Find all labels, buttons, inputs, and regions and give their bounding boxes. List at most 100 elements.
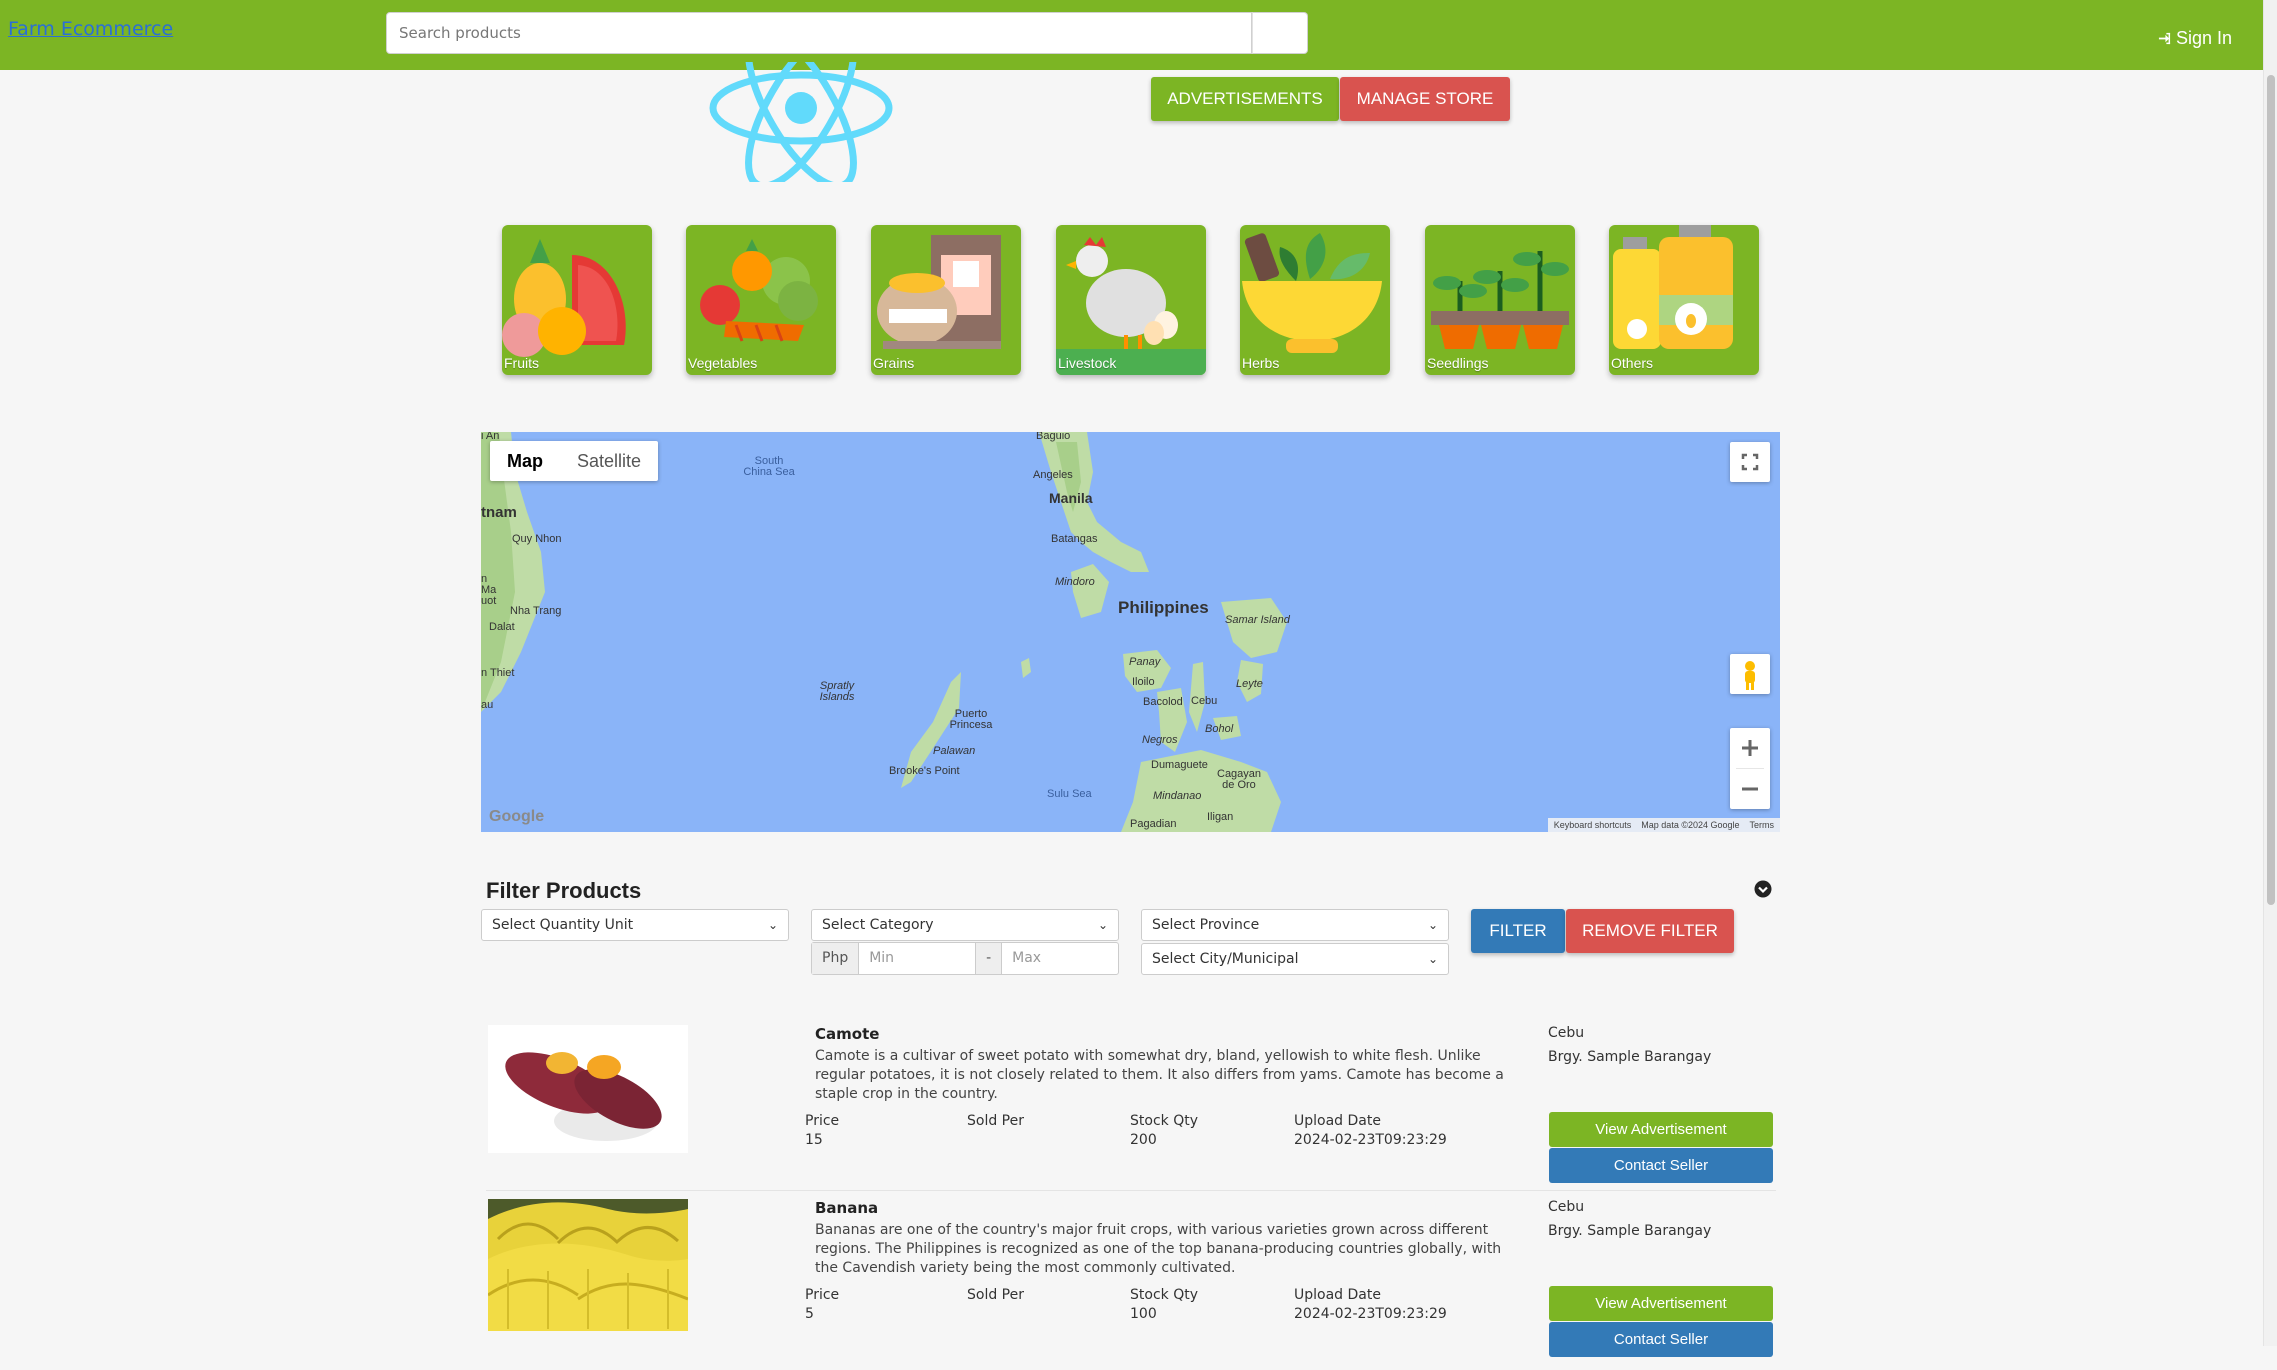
google-logo: Google <box>489 808 545 825</box>
category-others[interactable]: Others <box>1609 225 1759 375</box>
brand-link[interactable]: Farm Ecommerce <box>8 18 173 40</box>
search-input[interactable]: Search products <box>386 12 1252 54</box>
search-button[interactable] <box>1252 12 1308 54</box>
stock-qty-value: 200 <box>1130 1132 1157 1148</box>
min-price-input[interactable]: Min <box>859 943 975 974</box>
livestock-icon <box>1056 237 1206 375</box>
product-description: Camote is a cultivar of sweet potato wit… <box>815 1048 1504 1102</box>
city-select[interactable]: Select City/Municipal ⌄ <box>1141 943 1449 975</box>
grains-icon <box>877 235 1001 349</box>
upload-date-label: Upload Date <box>1294 1113 1381 1129</box>
map-label: tnam <box>481 504 517 521</box>
category-vegetables[interactable]: Vegetables <box>686 225 836 375</box>
province-select[interactable]: Select Province ⌄ <box>1141 909 1449 941</box>
page-scrollbar[interactable] <box>2263 0 2277 1346</box>
category-select[interactable]: Select Category ⌄ <box>811 909 1119 941</box>
filter-button[interactable]: FILTER <box>1471 909 1565 953</box>
category-fruits[interactable]: Fruits <box>502 225 652 375</box>
province-value: Cebu <box>1548 1199 1585 1215</box>
sign-in-label: Sign In <box>2176 28 2233 48</box>
fruits-icon <box>502 239 626 357</box>
keyboard-shortcuts-link[interactable]: Keyboard shortcuts <box>1554 818 1632 832</box>
collapse-filter-button[interactable] <box>1754 880 1772 902</box>
chevron-down-icon: ⌄ <box>1427 952 1438 966</box>
map[interactable]: Map Satellite Baguio Angeles Manila Bata… <box>481 432 1780 832</box>
map-label: Sulu Sea <box>1047 788 1092 800</box>
map-type-map[interactable]: Map <box>490 441 560 481</box>
contact-seller-button[interactable]: Contact Seller <box>1549 1322 1773 1357</box>
map-label: Samar Island <box>1225 614 1290 626</box>
manage-store-button[interactable]: MANAGE STORE <box>1340 77 1510 121</box>
province-value: Cebu <box>1548 1025 1585 1041</box>
product-row: Camote Camote is a cultivar of sweet pot… <box>486 1016 1776 1191</box>
price-label: Price <box>805 1287 840 1303</box>
street-view-button[interactable] <box>1730 654 1770 694</box>
zoom-out-button[interactable] <box>1730 769 1770 809</box>
upload-date-value: 2024-02-23T09:23:29 <box>1294 1306 1447 1322</box>
map-label: Angeles <box>1033 469 1073 481</box>
map-label: Puerto Princesa <box>949 708 993 731</box>
barangay-value: Brgy. Sample Barangay <box>1548 1223 1712 1239</box>
category-label: Fruits <box>504 355 539 371</box>
category-label: Livestock <box>1058 355 1117 371</box>
map-label: Panay <box>1129 656 1161 668</box>
product-image-banana[interactable] <box>488 1199 688 1331</box>
fullscreen-icon <box>1741 453 1759 471</box>
price-label: Price <box>805 1113 840 1129</box>
category-label: Herbs <box>1242 355 1280 371</box>
map-label: Mindoro <box>1055 576 1095 588</box>
map-label: Nha Trang <box>510 605 562 617</box>
currency-addon: Php <box>812 943 860 974</box>
map-label: Palawan <box>933 745 976 757</box>
terms-link[interactable]: Terms <box>1750 818 1775 832</box>
contact-seller-button[interactable]: Contact Seller <box>1549 1148 1773 1183</box>
map-label: n Thiet <box>481 667 515 679</box>
category-label: Vegetables <box>688 355 758 371</box>
map-label: Leyte <box>1236 678 1263 690</box>
category-herbs[interactable]: Herbs <box>1240 225 1390 375</box>
sign-in-icon <box>2158 28 2176 48</box>
map-label: Pagadian <box>1130 818 1177 830</box>
fullscreen-button[interactable] <box>1730 442 1770 482</box>
stock-qty-value: 100 <box>1130 1306 1157 1322</box>
barangay-value: Brgy. Sample Barangay <box>1548 1049 1712 1065</box>
advertisements-button[interactable]: ADVERTISEMENTS <box>1151 77 1339 121</box>
category-seedlings[interactable]: Seedlings <box>1425 225 1575 375</box>
product-name: Camote <box>815 1025 880 1043</box>
map-label: Iligan <box>1207 811 1234 823</box>
product-image-camote[interactable] <box>488 1025 688 1153</box>
price-range-group: Php Min - Max <box>811 942 1119 975</box>
category-grains[interactable]: Grains <box>871 225 1021 375</box>
map-label: au <box>481 699 494 711</box>
map-label: Philippines <box>1118 598 1209 617</box>
view-advertisement-button[interactable]: View Advertisement <box>1549 1112 1773 1147</box>
sweet-potato-image <box>505 1052 662 1141</box>
select-value: Select City/Municipal <box>1152 951 1299 967</box>
category-livestock[interactable]: Livestock <box>1056 225 1206 375</box>
map-landmass <box>481 432 1287 832</box>
zoom-in-button[interactable] <box>1730 728 1770 768</box>
remove-filter-button[interactable]: REMOVE FILTER <box>1566 909 1734 953</box>
map-label: Baguio <box>1036 432 1071 442</box>
sold-per-label: Sold Per <box>967 1287 1024 1303</box>
map-label: Brooke's Point <box>889 765 960 777</box>
quantity-unit-select[interactable]: Select Quantity Unit ⌄ <box>481 909 789 941</box>
map-label: Spratly Islands <box>819 680 855 703</box>
sign-in-button[interactable]: Sign In <box>2158 28 2232 49</box>
select-value: Select Province <box>1152 917 1260 933</box>
scrollbar-thumb[interactable] <box>2267 75 2275 905</box>
stock-qty-label: Stock Qty <box>1130 1113 1198 1129</box>
max-price-input[interactable]: Max <box>1002 943 1118 974</box>
map-label: Mindanao <box>1153 790 1202 802</box>
map-label: Dalat <box>489 621 515 633</box>
view-advertisement-button[interactable]: View Advertisement <box>1549 1286 1773 1321</box>
filter-title: Filter Products <box>486 878 642 903</box>
map-type-satellite[interactable]: Satellite <box>560 441 658 481</box>
stock-qty-label: Stock Qty <box>1130 1287 1198 1303</box>
chevron-down-icon: ⌄ <box>1427 918 1438 932</box>
price-value: 5 <box>805 1306 814 1322</box>
banana-image <box>488 1199 688 1331</box>
map-label: Bacolod <box>1143 696 1183 708</box>
pegman-icon <box>1745 661 1755 690</box>
map-label: Negros <box>1142 734 1178 746</box>
